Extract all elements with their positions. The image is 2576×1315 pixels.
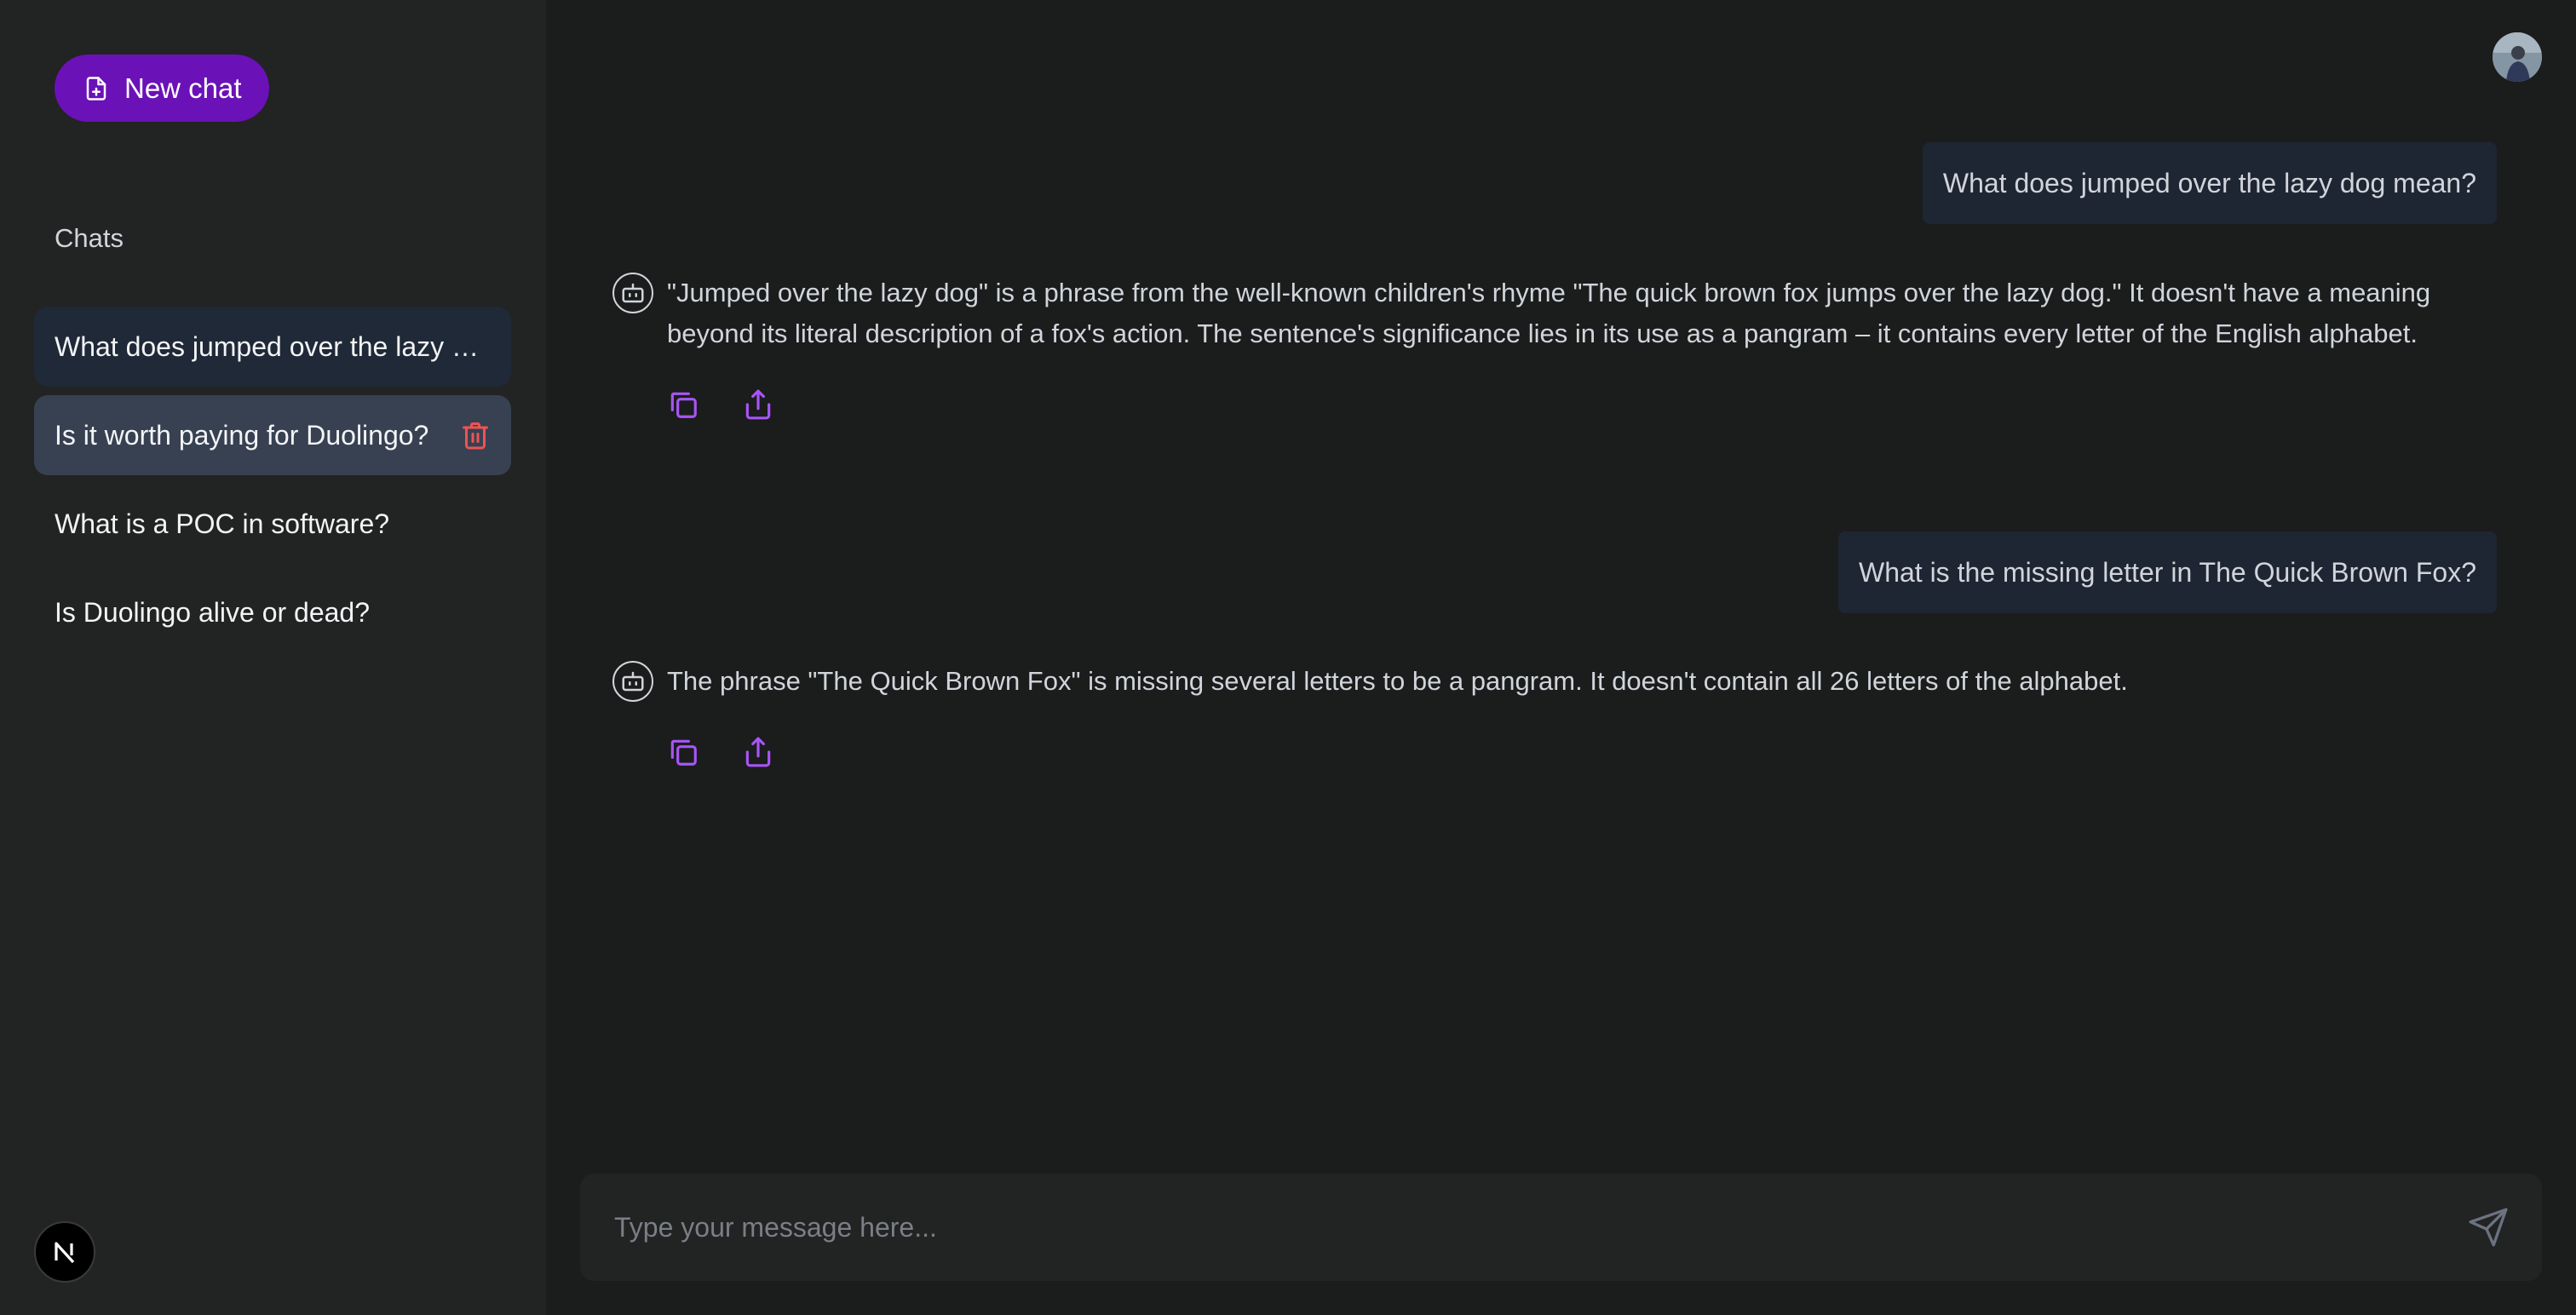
chat-item-label: Is Duolingo alive or dead? (55, 596, 371, 628)
robot-icon (612, 661, 653, 702)
assistant-message-text: The phrase "The Quick Brown Fox" is miss… (667, 666, 2128, 696)
new-chat-label: New chat (124, 72, 242, 104)
chat-item-poc[interactable]: What is a POC in software? (34, 484, 511, 564)
message-actions (667, 736, 2444, 768)
app-root: New chat Chats What does jumped over the… (0, 0, 2576, 1315)
assistant-message: "Jumped over the lazy dog" is a phrase f… (612, 273, 2444, 421)
chat-item-duolingo-paying[interactable]: Is it worth paying for Duolingo? (34, 395, 511, 475)
share-icon[interactable] (742, 736, 774, 768)
chat-item-label: Is it worth paying for Duolingo? (55, 419, 429, 451)
chat-item-label: What does jumped over the lazy dog mean? (55, 330, 480, 362)
message-input[interactable] (614, 1211, 2467, 1243)
send-icon[interactable] (2467, 1206, 2510, 1249)
chat-item-duolingo-alive[interactable]: Is Duolingo alive or dead? (34, 572, 511, 652)
chat-item-lazy-dog[interactable]: What does jumped over the lazy dog mean? (34, 307, 511, 387)
user-message: What does jumped over the lazy dog mean? (1922, 142, 2497, 224)
trash-icon[interactable] (460, 420, 491, 451)
copy-icon[interactable] (667, 388, 699, 421)
chat-main: What does jumped over the lazy dog mean?… (546, 0, 2576, 1315)
copy-icon[interactable] (667, 736, 699, 768)
chat-item-label: What is a POC in software? (55, 508, 390, 539)
robot-icon (612, 273, 653, 313)
user-message: What is the missing letter in The Quick … (1837, 531, 2497, 613)
share-icon[interactable] (742, 388, 774, 421)
assistant-message: The phrase "The Quick Brown Fox" is miss… (612, 661, 2444, 768)
next-logo-icon (34, 1221, 95, 1283)
message-composer (580, 1174, 2542, 1281)
user-avatar[interactable] (2493, 32, 2542, 82)
file-plus-icon (86, 76, 106, 100)
assistant-message-text: "Jumped over the lazy dog" is a phrase f… (667, 278, 2431, 348)
message-actions (667, 388, 2444, 421)
chats-heading: Chats (55, 223, 124, 253)
chat-list: What does jumped over the lazy dog mean?… (34, 307, 511, 661)
sidebar: New chat Chats What does jumped over the… (0, 0, 546, 1315)
new-chat-button[interactable]: New chat (55, 55, 269, 122)
